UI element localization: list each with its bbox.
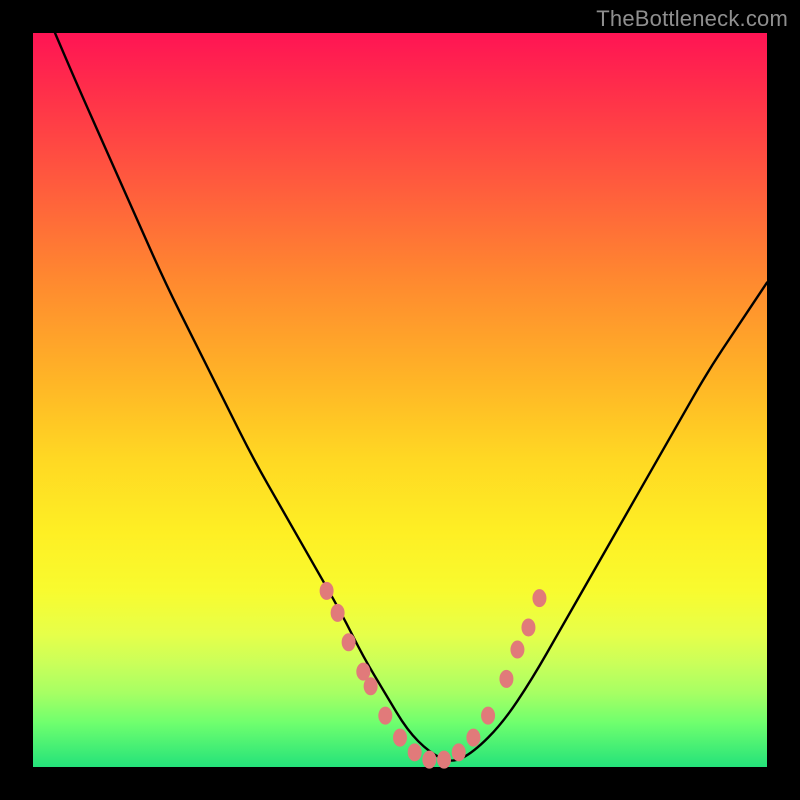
marker-point: [499, 670, 513, 688]
marker-point: [320, 582, 334, 600]
watermark-text: TheBottleneck.com: [596, 6, 788, 32]
chart-overlay: [33, 33, 767, 767]
marker-point: [408, 743, 422, 761]
marker-point: [393, 729, 407, 747]
marker-point: [378, 707, 392, 725]
chart-frame: TheBottleneck.com: [0, 0, 800, 800]
marker-point: [481, 707, 495, 725]
marker-point: [437, 751, 451, 769]
marker-point: [422, 751, 436, 769]
marker-point: [521, 619, 535, 637]
marker-point: [466, 729, 480, 747]
marker-point: [342, 633, 356, 651]
marker-point: [364, 677, 378, 695]
marker-point: [452, 743, 466, 761]
marker-point: [331, 604, 345, 622]
highlight-markers: [320, 582, 547, 769]
marker-point: [532, 589, 546, 607]
plot-area: [33, 33, 767, 767]
bottleneck-curve: [55, 33, 767, 761]
marker-point: [510, 641, 524, 659]
